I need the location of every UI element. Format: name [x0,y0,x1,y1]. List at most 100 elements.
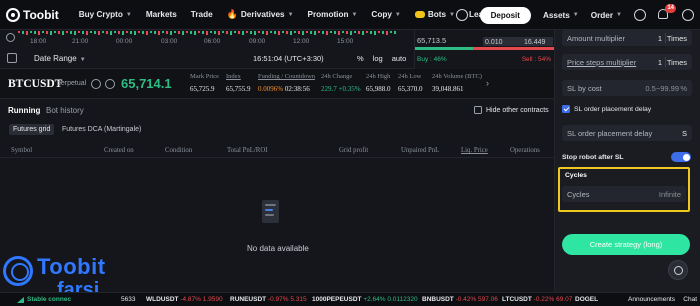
bottom-ticker-bar: Stable connec 5633 WLDUSDT -4.87% 1.9590… [0,292,700,306]
nav-label: Promotion [307,10,349,19]
time-tick: 12:00 [293,38,310,45]
candle-stub [194,31,196,35]
low-24h: 24h Low 65,370.0 [398,73,423,93]
checkbox[interactable] [474,106,482,114]
candle-stub [262,31,264,34]
amount-multiplier-field[interactable]: Amount multiplier 1 Times [562,30,692,46]
favorite-icon[interactable] [105,79,115,89]
ticker-symbol: LTCUSDT [502,296,532,303]
candle-stub [266,31,268,35]
candle-stub [18,31,20,33]
candle-stub [270,31,272,33]
divider [665,57,666,67]
field-label: Cycles [567,190,590,199]
percent-scale-button[interactable]: % [357,54,364,63]
ticker-symbol: 1000PEPEUSDT [312,296,362,303]
chart-scale-options: % log auto [357,54,406,63]
stat-label: 24h High [366,73,391,80]
candle-stub [154,31,156,34]
create-strategy-button[interactable]: Create strategy (long) [562,234,690,255]
nav-trade[interactable]: Trade [191,10,213,19]
stat-value: 65,988.0 [366,85,391,93]
chat-link[interactable]: Chat [683,296,697,303]
ticker-bar: BTCUSDT perpetual 65,714.1 Mark Price 65,… [0,69,554,99]
symbol-menu-icon[interactable] [91,79,101,89]
ticker-item[interactable]: WLDUSDT -4.87% 1.9590 [146,296,223,303]
candle-stub [130,31,132,34]
nav-order[interactable]: Order ▼ [591,11,622,20]
checkbox-checked[interactable] [562,105,570,113]
ticker-item[interactable]: RUNEUSDT -0.97% 5.315 [230,296,307,303]
search-icon[interactable] [455,9,468,21]
chevron-right-icon[interactable]: › [486,78,489,88]
candle-stub [70,31,72,34]
calendar-icon[interactable] [7,53,17,63]
candle-stub [110,31,112,35]
stat-label: 24h Change [321,73,353,80]
nav-markets[interactable]: Markets [146,10,177,19]
candle-stub [190,31,192,34]
candle-stub [94,31,96,34]
nav-copy[interactable]: Copy ▼ [371,10,400,19]
sl-by-cost-field[interactable]: SL by cost 0.5~99.99 % [562,80,692,96]
ticker-price: 1.9590 [202,296,223,303]
candle-stub [386,31,388,35]
subtab-futures-grid[interactable]: Futures grid [9,124,55,135]
date-range-select[interactable]: Date Range ▼ [34,54,86,63]
price-steps-multiplier-field[interactable]: Price steps multiplier 1 Times [562,54,692,70]
nav-buy-crypto[interactable]: Buy Crypto ▼ [79,10,132,19]
sl-order-delay-checkbox[interactable]: SL order placement delay [562,105,651,113]
tab-running[interactable]: Running [8,106,40,115]
countdown: 02:38:56 [284,85,310,93]
sl-order-delay-field[interactable]: SL order placement delay S [562,125,692,141]
cycles-field[interactable]: Cycles Infinite [562,186,686,202]
orderbook-total: 16.449 [524,39,546,46]
zoom-icon[interactable] [6,33,15,42]
field-value: Infinite [658,190,681,199]
ticker-item[interactable]: LTCUSDT -0.22% 69.07 [502,296,572,303]
stop-robot-toggle[interactable] [671,152,691,162]
ticker-change: -0.22% [533,296,555,303]
candle-stub [382,31,384,34]
time-tick: 21:00 [72,38,89,45]
field-label: SL by cost [567,84,602,93]
nav-label: Copy [371,10,392,19]
subtab-futures-dca[interactable]: Futures DCA (Martingale) [58,124,145,135]
tab-bot-history[interactable]: Bot history [46,106,84,115]
candle-stub [286,31,288,34]
time-tick: 18:00 [30,38,47,45]
ticker-symbol: RUNEUSDT [230,296,267,303]
log-scale-button[interactable]: log [373,54,383,63]
candle-stub [86,31,88,35]
ticker-item[interactable]: 1000PEPEUSDT +2.64% 0.0112320 [312,296,418,303]
support-icon[interactable] [668,260,688,280]
stat-value: 229.7 +0.35% [321,85,361,93]
nav-bots[interactable]: Bots ▼ [414,10,455,19]
globe-icon[interactable] [682,9,694,21]
nav-derivatives[interactable]: 🔥 Derivatives ▼ [227,9,294,20]
deposit-button[interactable]: Deposit [479,6,531,24]
candle-stub [202,31,204,34]
user-icon[interactable] [634,9,646,21]
auto-scale-button[interactable]: auto [392,54,407,63]
nav-assets[interactable]: Assets ▼ [543,11,579,20]
notifications[interactable]: 14 [658,4,676,21]
ticker-item[interactable]: BNBUSDT -0.42% 597.06 [422,296,498,303]
logo[interactable]: Toobit [6,7,59,22]
divider [665,33,666,43]
candle-stub [170,31,172,35]
announcements-link[interactable]: Announcements [628,296,675,303]
hide-other-contracts[interactable]: Hide other contracts [474,106,549,114]
field-value: 1 [657,58,662,67]
candle-stub [62,31,64,35]
col-unpaired-pnl: Unpaired PnL [401,147,440,154]
candle-stub [302,31,304,35]
announcements-label: Announcements [628,296,675,303]
time-tick: 09:00 [249,38,266,45]
nav-promotion[interactable]: Promotion ▼ [308,10,358,19]
symbol-name[interactable]: BTCUSDT [8,78,62,90]
ticker-price: 0.0112320 [387,296,418,303]
candle-stub [126,31,128,33]
top-nav: Toobit Buy Crypto ▼ Markets Trade 🔥 Deriva… [0,0,700,30]
ticker-item[interactable]: DOGEL [575,296,598,303]
